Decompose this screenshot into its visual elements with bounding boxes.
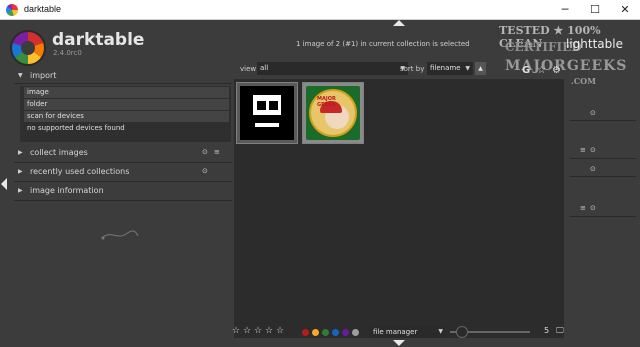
no-devices-label: no supported devices found <box>27 124 125 132</box>
app-window: darktable 2.4.0rc0 1 image of 2 (#1) in … <box>0 20 640 347</box>
color-label-yellow-icon[interactable] <box>312 329 319 336</box>
presets-icon[interactable]: ≡ <box>580 146 586 154</box>
import-folder-button[interactable]: folder <box>24 99 229 110</box>
skull-image <box>240 86 294 140</box>
scan-for-devices-button[interactable]: scan for devices <box>24 111 229 122</box>
majorgeeks-badge-text: MAJOR GEEKS <box>317 96 336 108</box>
skull-right-eye <box>269 101 278 110</box>
rating-star-5-icon[interactable]: ☆ <box>276 326 284 336</box>
color-label-gray-icon[interactable] <box>352 329 359 336</box>
reset-icon[interactable]: ⊙ <box>202 167 208 175</box>
collect-images-title: collect images <box>30 148 88 157</box>
color-label-red-icon[interactable] <box>302 329 309 336</box>
collapse-top-panel-icon[interactable] <box>393 20 405 26</box>
sort-by-value: filename <box>430 64 461 72</box>
reset-icon[interactable]: ⊙ <box>590 109 596 117</box>
recent-collections-title: recently used collections <box>30 167 130 176</box>
presets-icon[interactable]: ≡ <box>214 148 220 156</box>
skull-mouth <box>255 123 279 127</box>
divider <box>570 158 636 159</box>
presets-icon[interactable]: ≡ <box>580 204 586 212</box>
thumbnail-majorgeeks[interactable]: MAJOR GEEKS <box>302 82 364 144</box>
layout-value: file manager <box>373 328 418 336</box>
reset-icon[interactable]: ⊙ <box>202 148 208 156</box>
rating-star-2-icon[interactable]: ☆ <box>243 326 251 336</box>
decorative-swirl-icon <box>101 230 139 240</box>
right-panel: ⊙ ≡ ⊙ ⊙ ≡ ⊙ <box>566 106 640 336</box>
majorgeeks-badge: MAJOR GEEKS <box>309 89 357 137</box>
logo-center <box>21 41 35 55</box>
majorgeeks-image: MAJOR GEEKS <box>306 86 360 140</box>
collect-images-module-header[interactable]: ▶ collect images ⊙ ≡ <box>14 146 232 161</box>
window-title: darktable <box>24 4 62 14</box>
app-version: 2.4.0rc0 <box>53 49 82 57</box>
reset-icon[interactable]: ⊙ <box>590 165 596 173</box>
left-panel: ▼ import image folder scan for devices n… <box>10 66 232 336</box>
expanded-triangle-icon: ▼ <box>18 72 23 79</box>
app-name: darktable <box>52 30 145 50</box>
reset-icon[interactable]: ⊙ <box>590 146 596 154</box>
layout-dropdown[interactable]: file manager ▼ <box>370 326 446 338</box>
divider <box>570 216 636 217</box>
collapse-left-panel-icon[interactable] <box>1 178 7 190</box>
color-label-blue-icon[interactable] <box>332 329 339 336</box>
filter-bar: view all ▼ sort by filename ▼ ▲ <box>234 60 564 78</box>
bottom-toolbar: ☆ ☆ ☆ ☆ ☆ file manager ▼ 5 🖵 <box>228 326 568 340</box>
close-icon[interactable]: ✕ <box>610 2 640 18</box>
sort-by-dropdown[interactable]: filename ▼ <box>427 62 473 75</box>
darktable-app-icon <box>6 4 18 16</box>
import-module-title: import <box>30 71 57 80</box>
dropdown-arrow-icon: ▼ <box>465 65 470 72</box>
zoom-slider-knob[interactable] <box>456 326 468 338</box>
thumbnail-skull[interactable] <box>236 82 298 144</box>
color-label-green-icon[interactable] <box>322 329 329 336</box>
reset-icon[interactable]: ⊙ <box>590 204 596 212</box>
view-label: view <box>240 65 257 73</box>
import-module-body: image folder scan for devices no support… <box>20 86 231 142</box>
view-filter-value: all <box>260 64 269 72</box>
rating-star-1-icon[interactable]: ☆ <box>232 326 240 336</box>
divider <box>14 83 232 84</box>
sort-order-toggle-icon[interactable]: ▲ <box>475 62 486 75</box>
sort-label: sort by <box>400 65 425 73</box>
image-information-title: image information <box>30 186 104 195</box>
dropdown-arrow-icon: ▼ <box>438 328 443 335</box>
thumbnail-grid: MAJOR GEEKS <box>234 79 564 338</box>
monitor-icon[interactable]: 🖵 <box>556 326 564 336</box>
maximize-icon[interactable]: ☐ <box>580 2 610 18</box>
selection-status-message: 1 image of 2 (#1) in current collection … <box>296 40 470 48</box>
import-module-header[interactable]: ▼ import <box>14 69 232 84</box>
divider <box>14 162 232 163</box>
collapsed-triangle-icon: ▶ <box>18 187 23 194</box>
collapse-bottom-panel-icon[interactable] <box>393 340 405 346</box>
image-information-module-header[interactable]: ▶ image information <box>14 184 232 199</box>
recent-collections-module-header[interactable]: ▶ recently used collections ⊙ <box>14 165 232 180</box>
divider <box>14 181 232 182</box>
rating-star-3-icon[interactable]: ☆ <box>254 326 262 336</box>
collapsed-triangle-icon: ▶ <box>18 168 23 175</box>
rating-star-4-icon[interactable]: ☆ <box>265 326 273 336</box>
import-image-button[interactable]: image <box>24 87 229 98</box>
divider <box>570 176 636 177</box>
minimize-icon[interactable]: ─ <box>550 2 580 18</box>
window-titlebar: darktable ─ ☐ ✕ <box>0 0 640 20</box>
divider <box>14 200 232 201</box>
collapsed-triangle-icon: ▶ <box>18 149 23 156</box>
view-switcher-lighttable[interactable]: lighttable <box>566 37 623 51</box>
divider <box>570 120 636 121</box>
zoom-value[interactable]: 5 <box>544 326 549 335</box>
view-filter-dropdown[interactable]: all ▼ <box>257 62 408 75</box>
skull-left-eye <box>257 101 266 110</box>
watermark-line4: .COM <box>571 76 596 86</box>
color-label-purple-icon[interactable] <box>342 329 349 336</box>
